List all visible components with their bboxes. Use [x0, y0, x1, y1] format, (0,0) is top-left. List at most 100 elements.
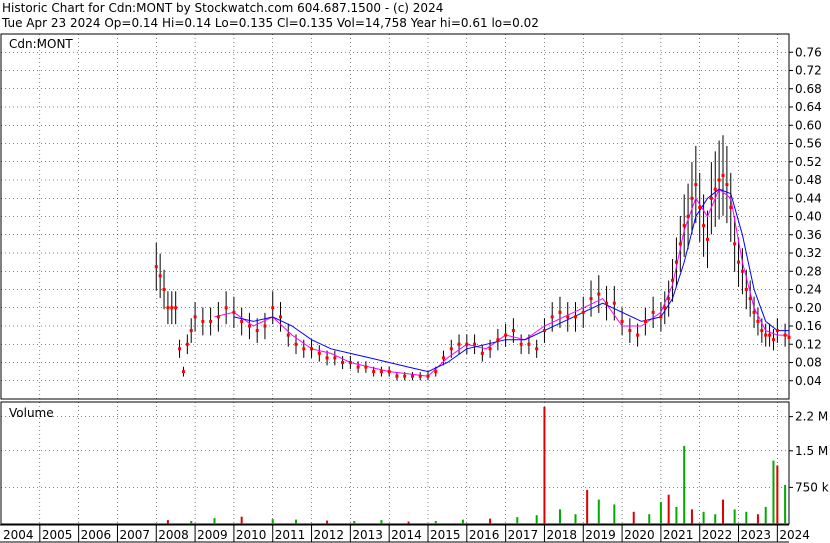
- price-tick-label: 0.68: [795, 82, 822, 96]
- close-marker: [787, 335, 791, 339]
- price-tick-label: 0.04: [795, 374, 822, 388]
- close-marker: [698, 205, 702, 209]
- volume-bar: [295, 519, 298, 524]
- price-tick-label: 0.48: [795, 173, 822, 187]
- volume-bar: [543, 406, 546, 524]
- close-marker: [783, 333, 787, 337]
- close-marker: [310, 347, 314, 351]
- close-marker: [170, 306, 174, 310]
- year-label: 2022: [702, 528, 733, 542]
- close-marker: [511, 329, 515, 333]
- volume-bar: [632, 511, 635, 524]
- price-tick-label: 0.12: [795, 337, 822, 351]
- close-marker: [379, 370, 383, 374]
- close-marker: [158, 274, 162, 278]
- close-marker: [771, 338, 775, 342]
- close-marker: [372, 370, 376, 374]
- year-label: 2019: [585, 528, 616, 542]
- volume-bar: [613, 504, 616, 524]
- close-marker: [240, 319, 244, 323]
- volume-bar: [597, 499, 600, 524]
- volume-bar: [648, 514, 651, 524]
- close-marker: [166, 306, 170, 310]
- close-marker: [333, 356, 337, 360]
- close-marker: [636, 333, 640, 337]
- volume-bar: [535, 515, 538, 524]
- close-marker: [418, 374, 422, 378]
- close-marker: [678, 242, 682, 246]
- close-marker: [364, 365, 368, 369]
- close-marker: [535, 347, 539, 351]
- close-marker: [760, 329, 764, 333]
- volume-bar: [683, 445, 686, 524]
- close-marker: [504, 333, 508, 337]
- close-marker: [597, 292, 601, 296]
- price-tick-label: 0.72: [795, 64, 822, 78]
- close-marker: [488, 347, 492, 351]
- year-label: 2007: [119, 528, 150, 542]
- volume-bar: [690, 509, 693, 524]
- close-marker: [387, 370, 391, 374]
- price-tick-label: 0.56: [795, 137, 822, 151]
- close-marker: [302, 347, 306, 351]
- close-marker: [709, 196, 713, 200]
- volume-bar: [667, 494, 670, 524]
- volume-bar: [574, 514, 577, 524]
- volume-bar: [407, 521, 410, 524]
- close-marker: [686, 215, 690, 218]
- volume-bar: [764, 506, 767, 524]
- volume-bar: [271, 519, 274, 524]
- close-marker: [574, 315, 578, 319]
- close-marker: [181, 370, 185, 374]
- volume-bar: [190, 521, 193, 524]
- close-marker: [651, 310, 655, 314]
- close-marker: [189, 329, 193, 333]
- volume-bar: [586, 489, 589, 524]
- year-label: 2004: [3, 528, 34, 542]
- close-marker: [519, 342, 523, 346]
- year-label: 2017: [508, 528, 539, 542]
- close-marker: [263, 324, 267, 328]
- close-marker: [162, 288, 166, 291]
- close-marker: [764, 333, 768, 337]
- close-marker: [671, 278, 675, 282]
- close-marker: [286, 333, 290, 337]
- close-marker: [737, 260, 741, 264]
- close-marker: [589, 297, 593, 301]
- price-tick-label: 0.20: [795, 301, 822, 315]
- close-marker: [193, 315, 197, 319]
- year-label: 2009: [197, 528, 228, 542]
- close-marker: [667, 297, 671, 301]
- year-label: 2006: [81, 528, 112, 542]
- close-marker: [768, 333, 772, 337]
- close-marker: [426, 374, 430, 378]
- close-marker: [317, 351, 321, 355]
- close-marker: [628, 329, 632, 333]
- close-marker: [356, 365, 360, 369]
- close-marker: [434, 370, 438, 374]
- volume-y-axis: 2.2 M 1.5 M 750 k: [789, 410, 829, 494]
- price-tick-label: 0.32: [795, 246, 822, 260]
- volume-bar: [516, 517, 519, 524]
- volume-bar: [659, 502, 662, 524]
- price-tick-label: 0.36: [795, 228, 822, 242]
- close-marker: [457, 342, 461, 346]
- close-marker: [395, 374, 399, 378]
- volume-pane-label: Volume: [9, 406, 54, 420]
- volume-bar: [733, 509, 736, 524]
- close-marker: [690, 196, 694, 200]
- year-label: 2014: [391, 528, 422, 542]
- volume-bar: [434, 521, 437, 524]
- close-marker: [224, 306, 228, 310]
- volume-bar: [489, 518, 492, 524]
- price-tick-label: 0.24: [795, 283, 822, 297]
- volume-bar: [166, 520, 169, 524]
- stock-chart: 0.76 0.72 0.68 0.64 0.60 0.56 0.52 0.48 0.44 0.40…: [0, 33, 829, 543]
- year-label: 2024: [779, 528, 810, 542]
- volume-bar: [380, 520, 383, 524]
- volume-bar: [461, 519, 464, 524]
- price-tick-label: 0.64: [795, 100, 822, 114]
- volume-bar: [745, 511, 748, 524]
- close-marker: [403, 374, 407, 378]
- close-marker: [752, 310, 756, 314]
